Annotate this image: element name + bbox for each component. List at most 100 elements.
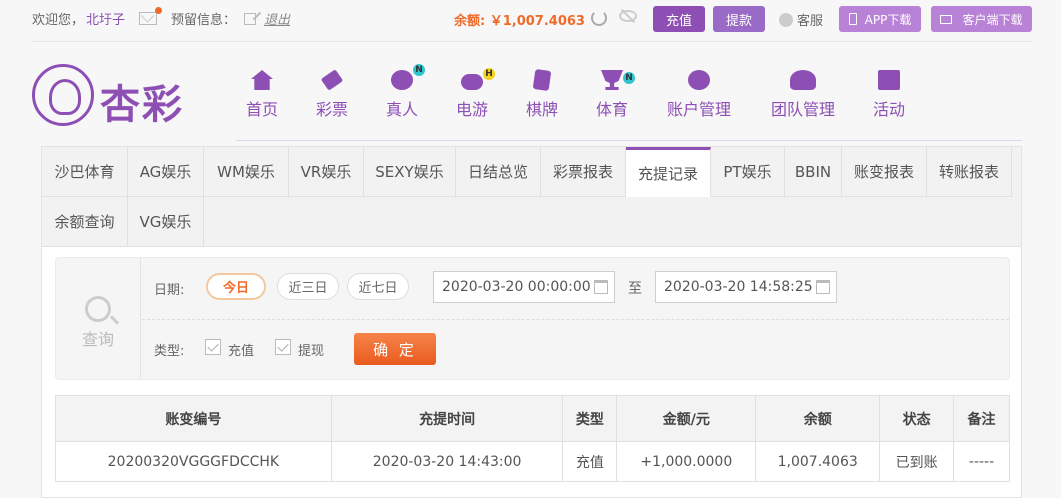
nav-account-management[interactable]: 账户管理 (665, 70, 733, 120)
new-badge: N (413, 64, 425, 76)
tab-deposit-withdraw-records[interactable]: 充提记录 (626, 147, 711, 197)
app-download-label: APP下载 (864, 12, 912, 27)
nav-live[interactable]: N 真人 (385, 64, 425, 120)
range-today-button[interactable]: 今日 (206, 273, 266, 300)
username[interactable]: 北圩子 (86, 9, 125, 28)
lottery-ticket-icon (320, 69, 344, 91)
account-coin-icon (688, 70, 710, 90)
nav-label: 体育 (595, 100, 628, 119)
logout-link[interactable]: 退出 (264, 9, 290, 28)
confirm-button[interactable]: 确 定 (354, 333, 436, 365)
column-header: 金额/元 (616, 395, 757, 442)
type-label: 类型: (154, 344, 185, 359)
balance-display: 余额: ￥1,007.4063 (454, 14, 585, 29)
customer-service-icon (779, 12, 793, 27)
filter-divider (142, 319, 1009, 320)
refresh-icon[interactable] (591, 10, 607, 26)
tab-saba-sports[interactable]: 沙巴体育 (42, 147, 128, 197)
column-header: 账变编号 (55, 395, 332, 442)
nav-label: 彩票 (315, 100, 348, 119)
tab-pt[interactable]: PT娱乐 (711, 147, 785, 197)
tab-wm[interactable]: WM娱乐 (204, 147, 289, 197)
site-logo[interactable]: 杏彩 (32, 64, 192, 128)
home-icon (251, 70, 273, 90)
customer-service-label: 客服 (797, 14, 824, 29)
type-cell: 充值 (562, 441, 618, 482)
nav-home[interactable]: 首页 (245, 70, 279, 120)
hide-balance-icon[interactable] (619, 10, 637, 22)
gamepad-icon: H (461, 68, 495, 90)
tab-bbin[interactable]: BBIN (785, 147, 842, 197)
records-table: 账变编号 充提时间 类型 金额/元 余额 状态 备注 20200320VGGGF… (55, 395, 1010, 482)
nav-label: 团队管理 (770, 100, 835, 119)
search-icon (85, 296, 111, 322)
query-label: 查询 (81, 330, 114, 349)
withdraw-checkbox[interactable] (275, 339, 291, 355)
end-date-value: 2020-03-20 14:58:25 (664, 279, 813, 295)
tab-lottery-report[interactable]: 彩票报表 (541, 147, 626, 197)
nav-lottery[interactable]: 彩票 (315, 69, 349, 120)
trophy-icon (601, 70, 623, 90)
column-header: 充提时间 (330, 395, 564, 442)
welcome-text: 欢迎您， (32, 13, 85, 28)
gift-icon (878, 70, 900, 90)
nav-label: 真人 (385, 100, 418, 119)
tab-account-change-report[interactable]: 账变报表 (842, 147, 927, 197)
report-panel: 沙巴体育 AG娱乐 WM娱乐 VR娱乐 SEXY娱乐 日结总览 彩票报表 充提记… (41, 146, 1022, 498)
tab-balance-query[interactable]: 余额查询 (42, 197, 128, 247)
status-cell: 已到账 (879, 441, 955, 482)
range-3days-button[interactable]: 近三日 (277, 273, 339, 300)
nav-promotions[interactable]: 活动 (872, 70, 906, 120)
app-download-button[interactable]: APP下载 (839, 6, 921, 32)
edit-icon[interactable] (244, 12, 257, 25)
top-divider (32, 41, 1032, 42)
start-date-input[interactable]: 2020-03-20 00:00:00 (433, 271, 615, 303)
nav-egames[interactable]: H 电游 (455, 68, 495, 120)
team-icon (790, 70, 816, 90)
customer-service-link[interactable]: 客服 (779, 10, 823, 29)
nav-label: 首页 (245, 100, 278, 119)
transaction-id-cell: 20200320VGGGFDCCHK (55, 441, 332, 482)
tab-vr[interactable]: VR娱乐 (289, 147, 364, 197)
nav-chess-cards[interactable]: 棋牌 (525, 68, 559, 120)
withdraw-button[interactable]: 提款 (713, 6, 765, 32)
nav-label: 活动 (872, 100, 905, 119)
recharge-checkbox[interactable] (205, 339, 221, 355)
recharge-checkbox-label: 充值 (228, 344, 255, 359)
client-download-button[interactable]: 客户端下载 (931, 6, 1032, 32)
notification-dot (155, 7, 163, 14)
recharge-button[interactable]: 充值 (653, 6, 705, 32)
calendar-icon[interactable] (816, 280, 830, 294)
balance-cell: 1,007.4063 (755, 441, 881, 482)
logo-text: 杏彩 (100, 81, 184, 128)
nav-label: 电游 (455, 100, 488, 119)
time-cell: 2020-03-20 14:43:00 (330, 441, 564, 482)
column-header: 状态 (879, 395, 955, 442)
cards-icon (532, 68, 552, 92)
tab-sexy[interactable]: SEXY娱乐 (364, 147, 456, 197)
end-date-input[interactable]: 2020-03-20 14:58:25 (655, 271, 837, 303)
nav-team-management[interactable]: 团队管理 (769, 70, 837, 120)
amount-cell: +1,000.0000 (616, 441, 757, 482)
tab-vg[interactable]: VG娱乐 (128, 197, 204, 247)
table-header-row: 账变编号 充提时间 类型 金额/元 余额 状态 备注 (55, 395, 1010, 442)
tab-daily-summary[interactable]: 日结总览 (456, 147, 541, 197)
nav-divider (236, 140, 1022, 141)
welcome-area: 欢迎您， 北圩子 预留信息： 退出 (32, 7, 290, 28)
logo-emblem (32, 64, 94, 126)
live-dealer-icon: N (391, 64, 425, 90)
mail-icon[interactable] (139, 7, 163, 25)
filter-box: 查询 日期: 今日 近三日 近七日 2020-03-20 00:00:00 至 … (55, 257, 1010, 380)
tab-ag[interactable]: AG娱乐 (128, 147, 204, 197)
start-date-value: 2020-03-20 00:00:00 (442, 279, 591, 295)
query-section: 查询 (56, 258, 141, 379)
table-row: 20200320VGGGFDCCHK 2020-03-20 14:43:00 充… (55, 441, 1010, 482)
nav-sports[interactable]: N 体育 (595, 70, 635, 120)
reserved-info-label: 预留信息： (171, 13, 237, 28)
range-7days-button[interactable]: 近七日 (347, 273, 409, 300)
report-tabs: 沙巴体育 AG娱乐 WM娱乐 VR娱乐 SEXY娱乐 日结总览 彩票报表 充提记… (42, 147, 1021, 247)
tab-transfer-report[interactable]: 转账报表 (927, 147, 1012, 197)
date-label: 日期: (154, 283, 185, 298)
monitor-icon (940, 14, 953, 24)
calendar-icon[interactable] (594, 280, 608, 294)
